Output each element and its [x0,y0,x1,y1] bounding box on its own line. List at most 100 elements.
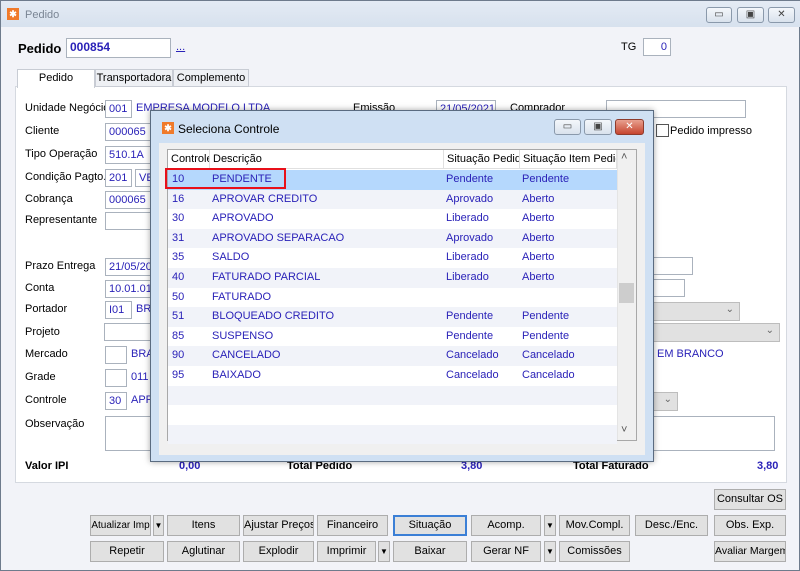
window-title: Pedido [25,9,60,21]
mov-compl-button[interactable]: Mov.Compl. [559,515,630,536]
list-row[interactable]: 16 APROVAR CREDITO Aprovado Aberto [168,189,617,210]
column-header-situacao-pedido[interactable]: Situação Pedido [444,150,520,169]
list-row[interactable]: 51 BLOQUEADO CREDITO Pendente Pendente [168,307,617,327]
consultar-os-button[interactable]: Consultar OS [714,489,786,510]
grade-input[interactable] [105,369,127,387]
tab-complemento[interactable]: Complemento [173,69,249,87]
mercado-right-text: EM BRANCO [657,348,724,360]
list-row[interactable]: 31 APROVADO SEPARACAO Aprovado Aberto [168,228,617,249]
list-row[interactable]: 95 BAIXADO Cancelado Cancelado [168,366,617,386]
right-dropdown-1[interactable]: ⌄ [653,302,740,321]
right-textarea[interactable] [653,416,775,451]
list-row[interactable]: 85 SUSPENSO Pendente Pendente [168,327,617,347]
unidade-input[interactable]: 001 [105,100,132,118]
tg-label: TG [621,41,637,53]
right-field-1[interactable] [653,257,693,275]
tab-transportadora[interactable]: Transportadora [95,69,173,87]
ajustar-precos-button[interactable]: Ajustar Preços [243,515,314,536]
cell-descricao: BAIXADO [212,369,261,381]
cell-situacao-pedido: Liberado [446,251,489,264]
controle-label: Controle [25,394,67,406]
conta-input[interactable]: 10.01.01 [105,280,151,298]
list-row[interactable]: 40 FATURADO PARCIAL Liberado Aberto [168,268,617,288]
representante-label: Representante [25,214,98,226]
gerar-nf-button[interactable]: Gerar NF [471,541,541,562]
pedido-lookup-button[interactable]: ... [176,41,185,53]
tab-pedido[interactable]: Pedido [17,69,95,88]
cliente-input[interactable]: 000065 [105,123,151,141]
condicao-input[interactable]: 201 [105,169,132,187]
title-bar: ✱ Pedido ▭ ▣ ✕ [1,1,800,27]
scroll-up-icon[interactable]: ˄ [621,151,627,163]
pedido-input[interactable]: 000854 [66,38,171,58]
cell-situacao-pedido: Cancelado [446,349,499,362]
cobranca-input[interactable]: 000065 [105,191,151,209]
cliente-label: Cliente [25,125,60,137]
cell-situacao-pedido: Pendente [446,329,494,342]
dialog-maximize-button[interactable]: ▣ [584,119,612,135]
cell-controle: 31 [172,231,185,244]
financeiro-button[interactable]: Financeiro [317,515,388,536]
acomp-button[interactable]: Acomp. [471,515,541,536]
pedido-impresso-checkbox[interactable] [656,124,669,137]
situacao-button[interactable]: Situação [393,515,467,536]
tipo-input[interactable]: 510.1A [105,146,151,164]
cell-situacao-item: Pendente [522,173,570,185]
aglutinar-button[interactable]: Aglutinar [167,541,240,562]
cell-controle: 30 [172,212,185,225]
representante-input[interactable] [105,212,151,230]
obs-exp-button[interactable]: Obs. Exp. [714,515,786,536]
dialog-minimize-button[interactable]: ▭ [554,119,581,135]
imprimir-dropdown-icon[interactable]: ▼ [378,541,390,562]
itens-button[interactable]: Itens [167,515,240,536]
column-header-descricao[interactable]: Descrição [210,150,444,169]
scrollbar-thumb[interactable] [619,283,634,303]
pedido-impresso-label: Pedido impresso [670,125,752,137]
controle-input[interactable]: 30 [105,392,127,410]
cell-descricao: APROVAR CREDITO [212,192,318,205]
atualizar-imp-button[interactable]: Atualizar Imp [90,515,151,536]
column-header-controle[interactable]: Controle [168,150,210,169]
right-field-2[interactable] [653,279,685,297]
right-dropdown-2[interactable]: ⌄ [653,323,780,342]
baixar-button[interactable]: Baixar [393,541,467,562]
scroll-down-icon[interactable]: ˅ [621,424,627,436]
conta-label: Conta [25,282,55,294]
column-header-situacao-item[interactable]: Situação Item Pedido [520,150,617,169]
app-logo-icon: ✱ [7,8,19,20]
list-row[interactable]: 50 FATURADO [168,288,617,308]
mercado-input[interactable] [105,346,127,364]
atualizar-imp-dropdown-icon[interactable]: ▼ [153,515,164,536]
list-row[interactable]: 30 APROVADO Liberado Aberto [168,209,617,229]
portador-input[interactable]: I01 [105,301,132,319]
desc-enc-button[interactable]: Desc./Enc. [635,515,708,536]
minimize-button[interactable]: ▭ [706,7,732,23]
cell-situacao-pedido: Pendente [446,310,494,323]
list-scrollbar[interactable]: ˄ ˅ [617,150,636,440]
explodir-button[interactable]: Explodir [243,541,314,562]
list-row[interactable]: 35 SALDO Liberado Aberto [168,248,617,268]
gerar-nf-dropdown-icon[interactable]: ▼ [544,541,556,562]
avaliar-margem-button[interactable]: Avaliar Margem [714,541,786,562]
acomp-dropdown-icon[interactable]: ▼ [544,515,556,536]
empty-row [168,424,617,445]
repetir-button[interactable]: Repetir [90,541,164,562]
cell-situacao-item: Aberto [522,231,555,244]
right-dropdown-3[interactable]: ⌄ [653,392,678,411]
observacao-textarea[interactable] [105,416,151,451]
cell-descricao: CANCELADO [212,349,281,362]
chevron-down-icon: ⌄ [663,394,672,405]
dialog-close-button[interactable]: ✕ [615,119,644,135]
projeto-input[interactable] [104,323,151,341]
comissoes-button[interactable]: Comissões [559,541,630,562]
maximize-button[interactable]: ▣ [737,7,764,23]
prazo-input[interactable]: 21/05/20 [105,258,151,276]
imprimir-button[interactable]: Imprimir [317,541,376,562]
empty-row [168,405,617,425]
cell-descricao: SUSPENSO [212,329,274,342]
seleciona-controle-dialog: ✱ Seleciona Controle ▭ ▣ ✕ Controle Desc… [150,110,654,462]
unidade-label: Unidade Negócio [25,102,110,114]
close-button[interactable]: ✕ [768,7,795,23]
list-row[interactable]: 90 CANCELADO Cancelado Cancelado [168,346,617,366]
tg-input[interactable]: 0 [643,38,671,56]
